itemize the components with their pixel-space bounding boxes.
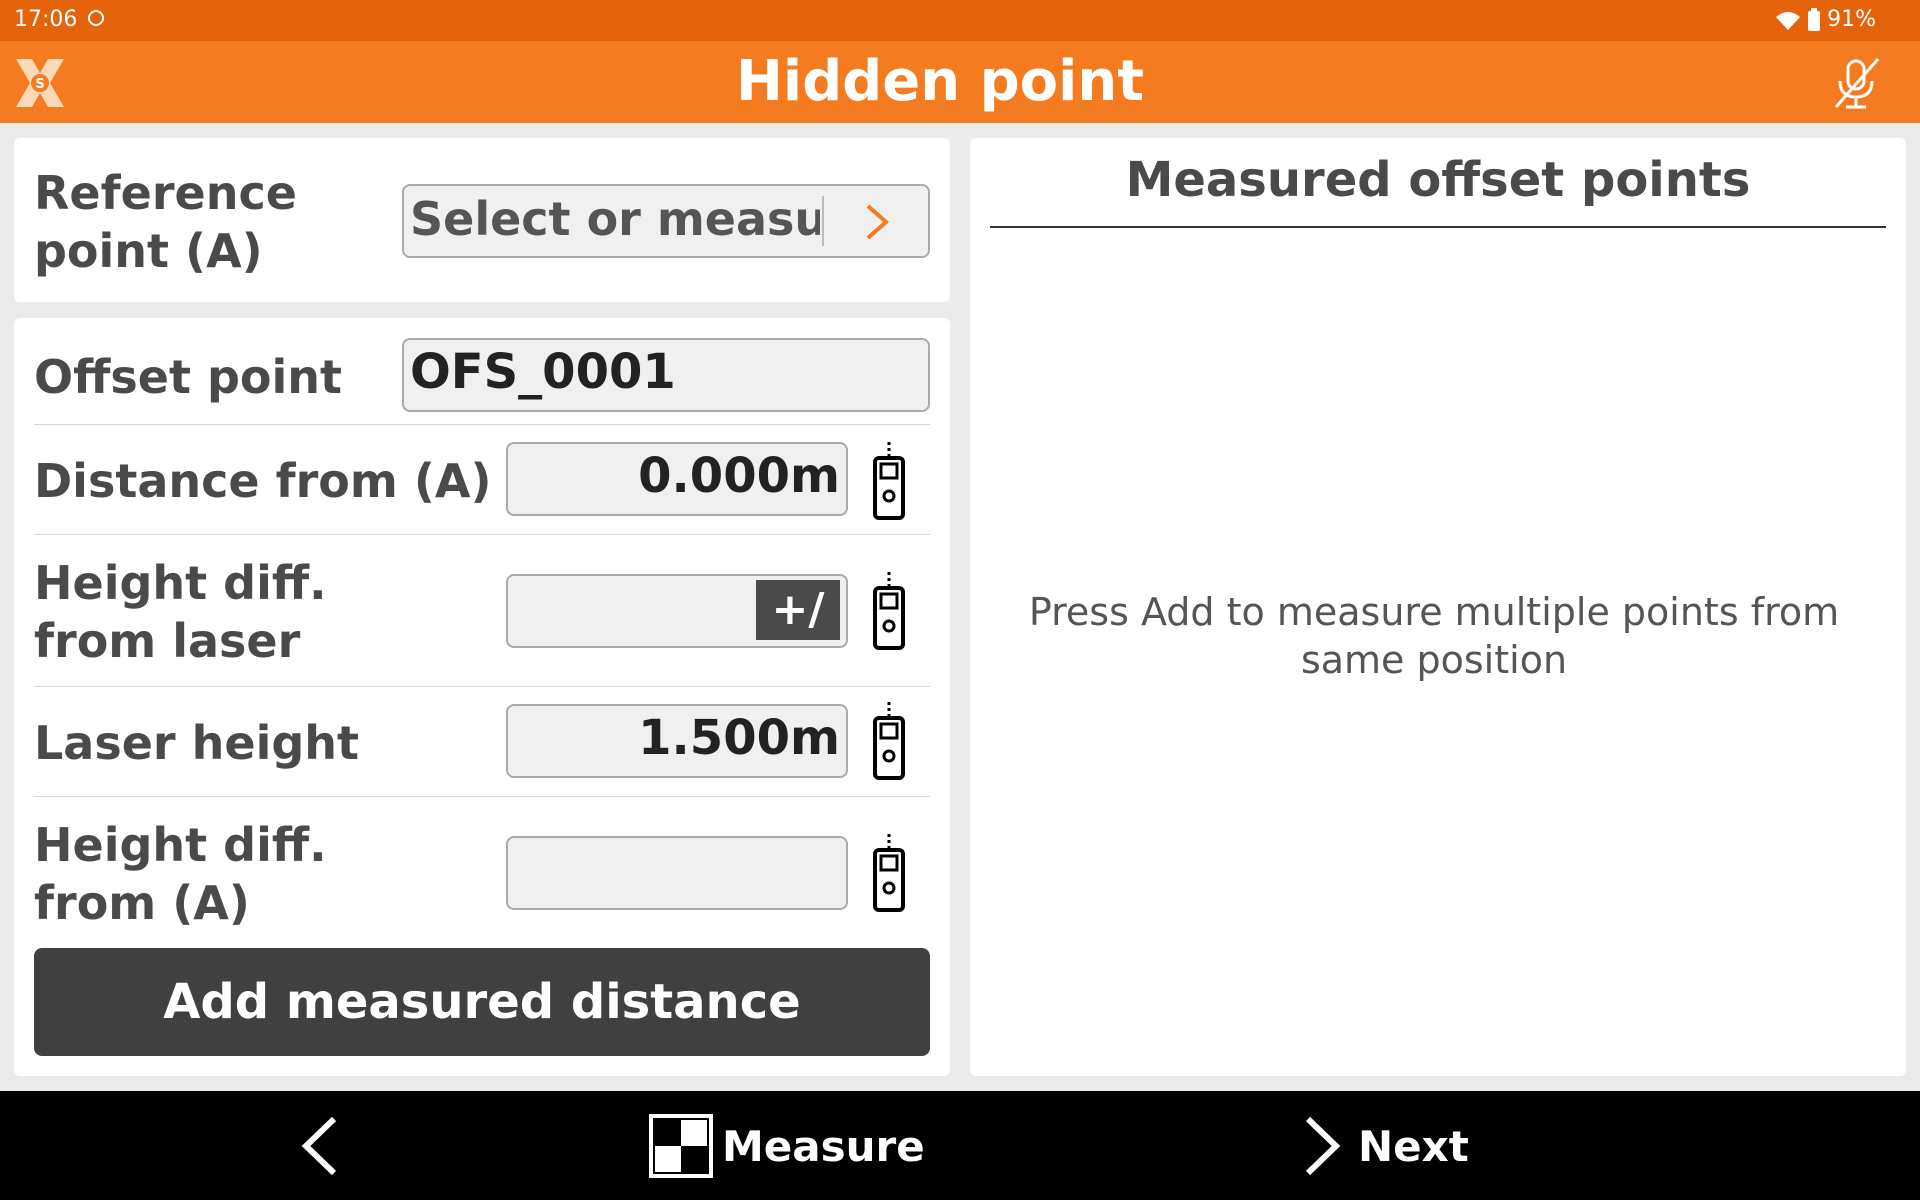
back-chevron-icon[interactable] [290,1113,350,1179]
distance-value: 0.000m [638,448,840,504]
reference-point-placeholder: Select or measure [410,192,820,246]
reference-point-select[interactable]: Select or measure [402,184,930,258]
app-header: S Hidden point [0,41,1920,123]
battery-percent: 91% [1827,7,1876,32]
distance-label: Distance from (A) [34,454,492,508]
battery-icon [1808,7,1821,31]
reference-point-label: Reference point (A) [34,166,297,278]
status-time: 17:06 [14,7,78,32]
next-button[interactable]: Next [1300,1113,1469,1179]
measure-button[interactable]: Measure [648,1113,925,1179]
measure-icon [649,1114,713,1178]
laser-distance-meter-icon[interactable] [870,572,908,652]
measure-label: Measure [722,1121,925,1171]
height-diff-laser-label: Height diff. from laser [34,556,327,668]
status-bar: 17:06 91% [0,0,1920,41]
page-title: Hidden point [736,49,1144,114]
measured-offset-points-panel: Measured offset points Press Add to meas… [970,138,1906,1076]
height-diff-laser-input[interactable]: +/− [506,574,848,695]
next-chevron-icon [1305,1116,1341,1176]
measured-offset-points-title: Measured offset points [1125,152,1751,208]
notification-icon [88,10,104,26]
chevron-right-icon [866,204,890,240]
wifi-icon [1776,11,1801,30]
offset-point-value: OFS_0001 [410,344,676,400]
laser-height-input[interactable]: 1.500m [506,704,848,778]
laser-distance-meter-icon[interactable] [870,834,908,914]
laser-distance-meter-icon[interactable] [870,442,908,522]
offset-point-input[interactable]: OFS_0001 [402,338,930,412]
laser-height-value: 1.500m [638,710,840,766]
add-measured-distance-button[interactable]: Add measured distance [34,948,930,1056]
next-label: Next [1358,1121,1469,1171]
laser-height-label: Laser height [34,716,360,770]
plus-minus-toggle[interactable]: +/− [756,580,840,695]
bottom-navigation: Measure Next [0,1091,1920,1200]
laser-distance-meter-icon[interactable] [870,702,908,782]
mic-off-icon[interactable] [1828,55,1884,111]
distance-input[interactable]: 0.000m [506,442,848,516]
offset-point-label: Offset point [34,350,342,404]
height-diff-a-input[interactable] [506,836,848,910]
height-diff-a-label: Height diff. from (A) [34,818,327,930]
empty-list-message: Press Add to measure multiple points fro… [1028,590,1840,682]
